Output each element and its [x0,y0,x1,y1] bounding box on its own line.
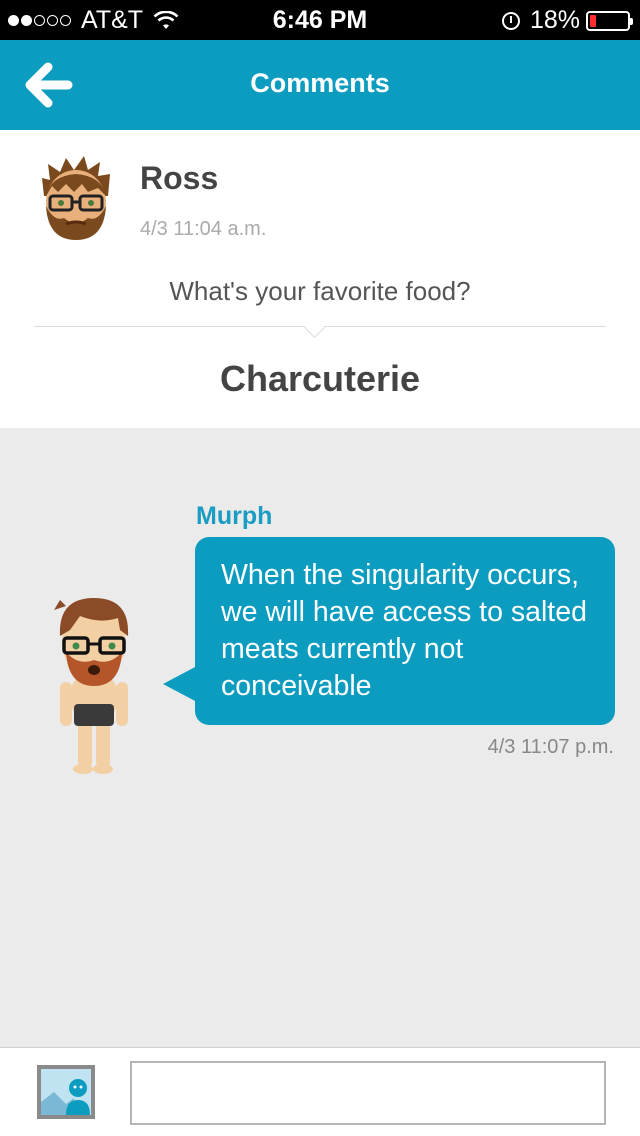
status-bar: AT&T 6:46 PM 18% [0,0,640,40]
post-author-name[interactable]: Ross [140,160,218,197]
post-answer: Charcuterie [219,358,421,399]
post-question: What's your favorite food? [169,276,471,306]
bubble-tail [163,666,197,702]
app-header: Comments [0,40,640,130]
author-avatar[interactable] [38,156,114,242]
battery-icon [586,10,633,31]
comment-timestamp: 4/3 11:07 p.m. [487,736,614,758]
comment-input[interactable] [130,1061,606,1125]
image-icon[interactable] [36,1064,96,1120]
post-timestamp: 4/3 11:04 a.m. [140,218,267,240]
divider-notch [303,316,326,339]
comment-bubble: When the singularity occurs, we will hav… [195,537,615,725]
commenter-avatar[interactable] [40,590,150,775]
status-right: 18% [501,6,633,35]
page-title: Comments [250,68,390,98]
battery-level [590,14,597,27]
post-card: Ross 4/3 11:04 a.m. What's your favorite… [0,130,640,428]
comment-composer [0,1047,640,1136]
alarm-icon [501,11,520,30]
comment-author-name[interactable]: Murph [196,502,272,531]
battery-percent: 18% [529,6,580,34]
